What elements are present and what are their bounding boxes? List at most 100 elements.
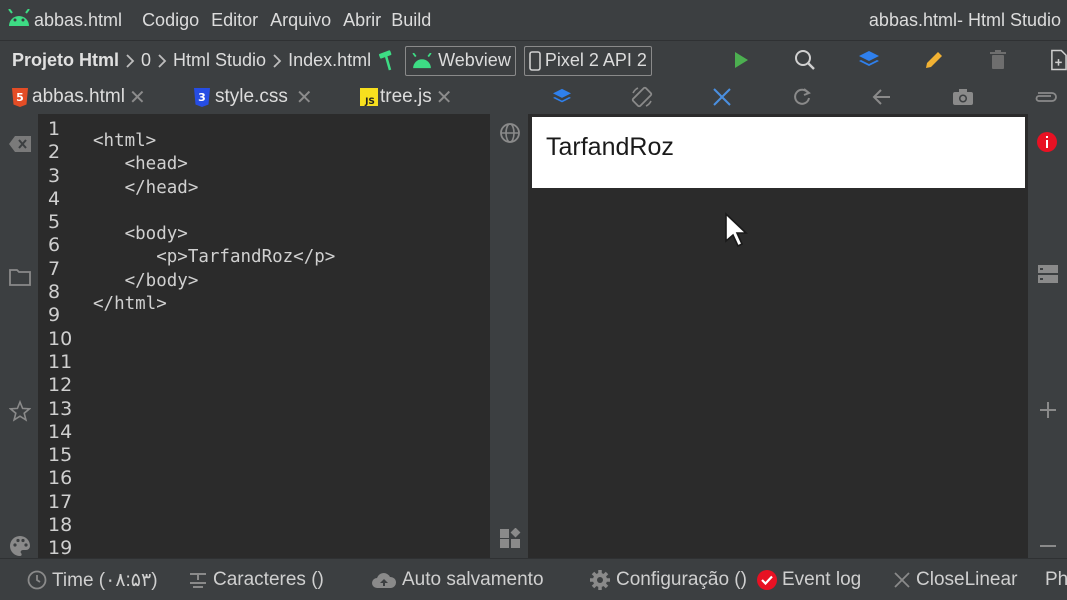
status-eventlog[interactable]: Event log	[756, 559, 861, 600]
tab-abbas-html[interactable]: 5 abbas.html ✕	[12, 80, 146, 114]
webview-button[interactable]: Webview	[405, 45, 516, 76]
status-bar: Time (۰۸:۵۳) Caracteres () Auto salvamen…	[0, 558, 1067, 600]
tab-label: abbas.html	[32, 86, 125, 107]
code-line[interactable]: <head>	[93, 153, 335, 176]
status-characters[interactable]: Caracteres ()	[188, 559, 324, 600]
chevron-right-icon	[119, 53, 141, 68]
widgets-icon[interactable]	[498, 527, 522, 551]
refresh-icon[interactable]	[790, 85, 814, 109]
status-overflow[interactable]: Ph	[1045, 559, 1067, 600]
breadcrumb-zero[interactable]: 0	[141, 50, 151, 71]
layers-icon[interactable]	[550, 85, 574, 109]
menu-build[interactable]: Build	[391, 10, 431, 31]
app-file-label: abbas.html	[34, 9, 123, 30]
line-number: 3	[48, 164, 61, 187]
line-number: 1	[48, 118, 61, 140]
pencil-icon[interactable]	[922, 48, 946, 72]
line-number: 16	[48, 467, 73, 490]
clock-icon	[27, 570, 47, 590]
status-time[interactable]: Time (۰۸:۵۳)	[27, 559, 158, 600]
svg-text:3: 3	[198, 91, 206, 104]
breadcrumb-project[interactable]: Projeto Html	[12, 50, 119, 71]
error-indicator-icon[interactable]	[1035, 130, 1059, 154]
close-tab-icon[interactable]: ✕	[436, 85, 453, 110]
navigation-bar: Projeto Html 0 Html Studio Index.html We…	[0, 40, 1067, 80]
breadcrumb-index-html[interactable]: Index.html	[288, 50, 371, 71]
close-tab-icon[interactable]: ✕	[296, 85, 313, 110]
rotate-screen-icon[interactable]	[630, 85, 654, 109]
cloud-upload-icon	[372, 573, 397, 588]
line-number-gutter: 1 2 3 4 5 6 7 8 9 10 11 12 13 14 15 16 17 18 19	[38, 118, 78, 558]
webview-preview[interactable]: TarfandRoz	[528, 114, 1028, 558]
plus-icon[interactable]	[1036, 398, 1060, 422]
window-title: abbas.html- Html Studio	[868, 10, 1061, 30]
preview-paragraph: TarfandRoz	[546, 133, 674, 161]
camera-icon[interactable]	[951, 85, 975, 109]
close-icon	[894, 572, 910, 588]
tab-label: style.css	[215, 86, 288, 107]
status-autosave-label: Auto salvamento	[402, 569, 544, 590]
device-label: Pixel 2 API 2	[544, 50, 647, 70]
menu-abrir[interactable]: Abrir	[343, 10, 381, 31]
line-number: 2	[48, 141, 61, 164]
code-line[interactable]: <body>	[93, 223, 335, 246]
star-icon[interactable]	[8, 399, 32, 423]
code-editor[interactable]: 1 2 3 4 5 6 7 8 9 10 11 12 13 14 15 16 17 18 19 <html> <he…	[38, 114, 490, 558]
check-circle-icon	[757, 570, 777, 590]
attachment-icon[interactable]	[1031, 85, 1059, 109]
code-content[interactable]: <html> <head> </head> <body> <p>TarfandR…	[93, 130, 335, 316]
folder-icon[interactable]	[8, 265, 32, 289]
status-config-label: Configuração ()	[616, 569, 747, 590]
code-line[interactable]: <p>TarfandRoz</p>	[93, 246, 335, 269]
line-number: 6	[48, 234, 61, 257]
tab-style-css[interactable]: 3 style.css ✕	[194, 80, 313, 114]
menu-arquivo[interactable]: Arquivo	[270, 10, 331, 31]
code-line[interactable]: </head>	[93, 177, 335, 200]
android-icon	[6, 7, 32, 32]
breadcrumb-html-studio[interactable]: Html Studio	[173, 50, 266, 71]
left-sidebar	[0, 114, 38, 558]
storage-icon[interactable]	[1036, 262, 1060, 286]
html5-icon: 5	[12, 87, 28, 107]
globe-icon[interactable]	[498, 121, 522, 145]
gear-icon	[590, 570, 610, 590]
status-characters-label: Caracteres ()	[213, 569, 324, 590]
line-number: 12	[48, 374, 73, 397]
trash-icon[interactable]	[986, 48, 1010, 72]
status-autosave[interactable]: Auto salvamento	[371, 559, 544, 600]
text-format-icon	[190, 573, 206, 588]
minus-icon[interactable]	[1036, 534, 1060, 558]
chevron-right-icon	[266, 53, 288, 68]
status-close[interactable]: CloseLinear	[893, 559, 1017, 600]
new-file-icon[interactable]	[1050, 48, 1067, 72]
chevron-right-icon	[151, 53, 173, 68]
webview-label: Webview	[438, 50, 511, 70]
code-line[interactable]: </body>	[93, 270, 335, 293]
back-arrow-icon[interactable]	[870, 85, 894, 109]
close-tab-icon[interactable]: ✕	[129, 85, 146, 110]
menu-bar: abbas.html Codigo Editor Arquivo Abrir B…	[0, 0, 1067, 40]
menu-codigo[interactable]: Codigo	[142, 10, 199, 31]
run-icon[interactable]	[729, 48, 753, 72]
line-number: 5	[48, 211, 61, 234]
menu-editor[interactable]: Editor	[211, 10, 258, 31]
palette-icon[interactable]	[8, 534, 32, 558]
line-number: 10	[48, 327, 73, 350]
close-icon[interactable]	[710, 85, 734, 109]
app-file-menu[interactable]: abbas.html	[0, 0, 122, 40]
tab-tree-js[interactable]: JS tree.js ✕	[360, 80, 453, 114]
line-number: 4	[48, 187, 61, 210]
status-eventlog-label: Event log	[782, 569, 862, 590]
code-line[interactable]: </html>	[93, 293, 335, 316]
code-line[interactable]	[93, 200, 335, 223]
device-selector[interactable]: Pixel 2 API 2	[523, 45, 652, 76]
line-number: 18	[48, 514, 73, 537]
search-icon[interactable]	[793, 48, 817, 72]
layers-icon[interactable]	[857, 48, 881, 72]
right-sidebar	[1028, 114, 1067, 558]
backspace-icon[interactable]	[8, 132, 32, 156]
line-number: 8	[48, 281, 61, 304]
hammer-icon[interactable]	[377, 49, 395, 72]
status-config[interactable]: Configuração ()	[589, 559, 747, 600]
code-line[interactable]: <html>	[93, 130, 335, 153]
